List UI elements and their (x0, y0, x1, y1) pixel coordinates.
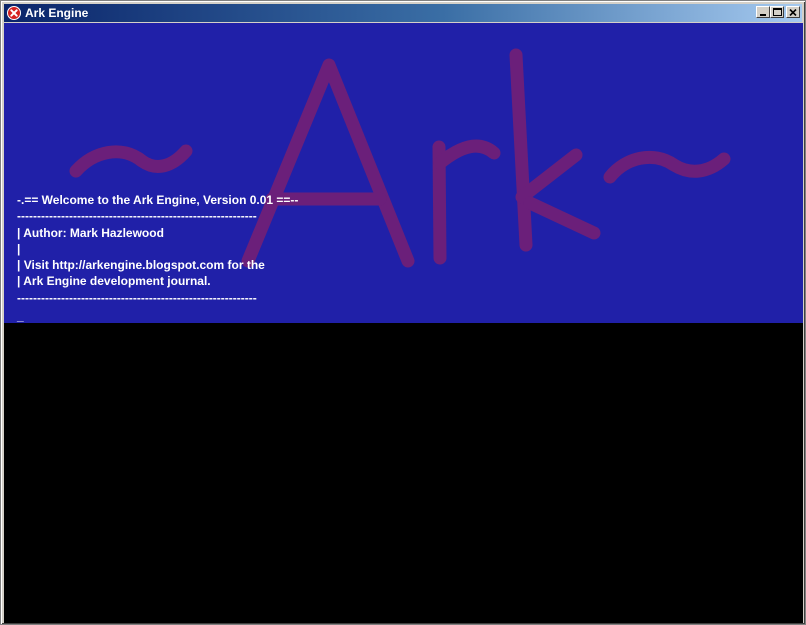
render-area[interactable]: -.== Welcome to the Ark Engine, Version … (4, 23, 803, 623)
title-bar[interactable]: Ark Engine (4, 4, 802, 22)
minimize-icon (760, 13, 766, 16)
console-line: -.== Welcome to the Ark Engine, Version … (17, 193, 299, 207)
console-line: ----------------------------------------… (17, 209, 257, 224)
window-controls (756, 6, 800, 18)
close-icon (789, 8, 797, 16)
maximize-button[interactable] (770, 6, 784, 18)
console-prompt-cursor[interactable]: _ (17, 308, 298, 323)
minimize-button[interactable] (756, 6, 770, 18)
console-line: | Ark Engine development journal. (17, 274, 211, 289)
maximize-icon (772, 8, 782, 16)
console-line: ----------------------------------------… (17, 290, 257, 305)
console-panel: -.== Welcome to the Ark Engine, Version … (4, 23, 803, 323)
console-line: | Visit http://arkengine.blogspot.com fo… (17, 258, 265, 273)
red-x-icon[interactable] (7, 6, 21, 20)
app-window: Ark Engine -.== Welcome to the Ark Engin… (0, 0, 806, 625)
window-title: Ark Engine (25, 6, 89, 20)
close-button[interactable] (786, 6, 800, 18)
console-line: | (17, 241, 21, 256)
console-line: | Author: Mark Hazlewood (17, 225, 164, 240)
console-output: -.== Welcome to the Ark Engine, Version … (17, 192, 298, 323)
